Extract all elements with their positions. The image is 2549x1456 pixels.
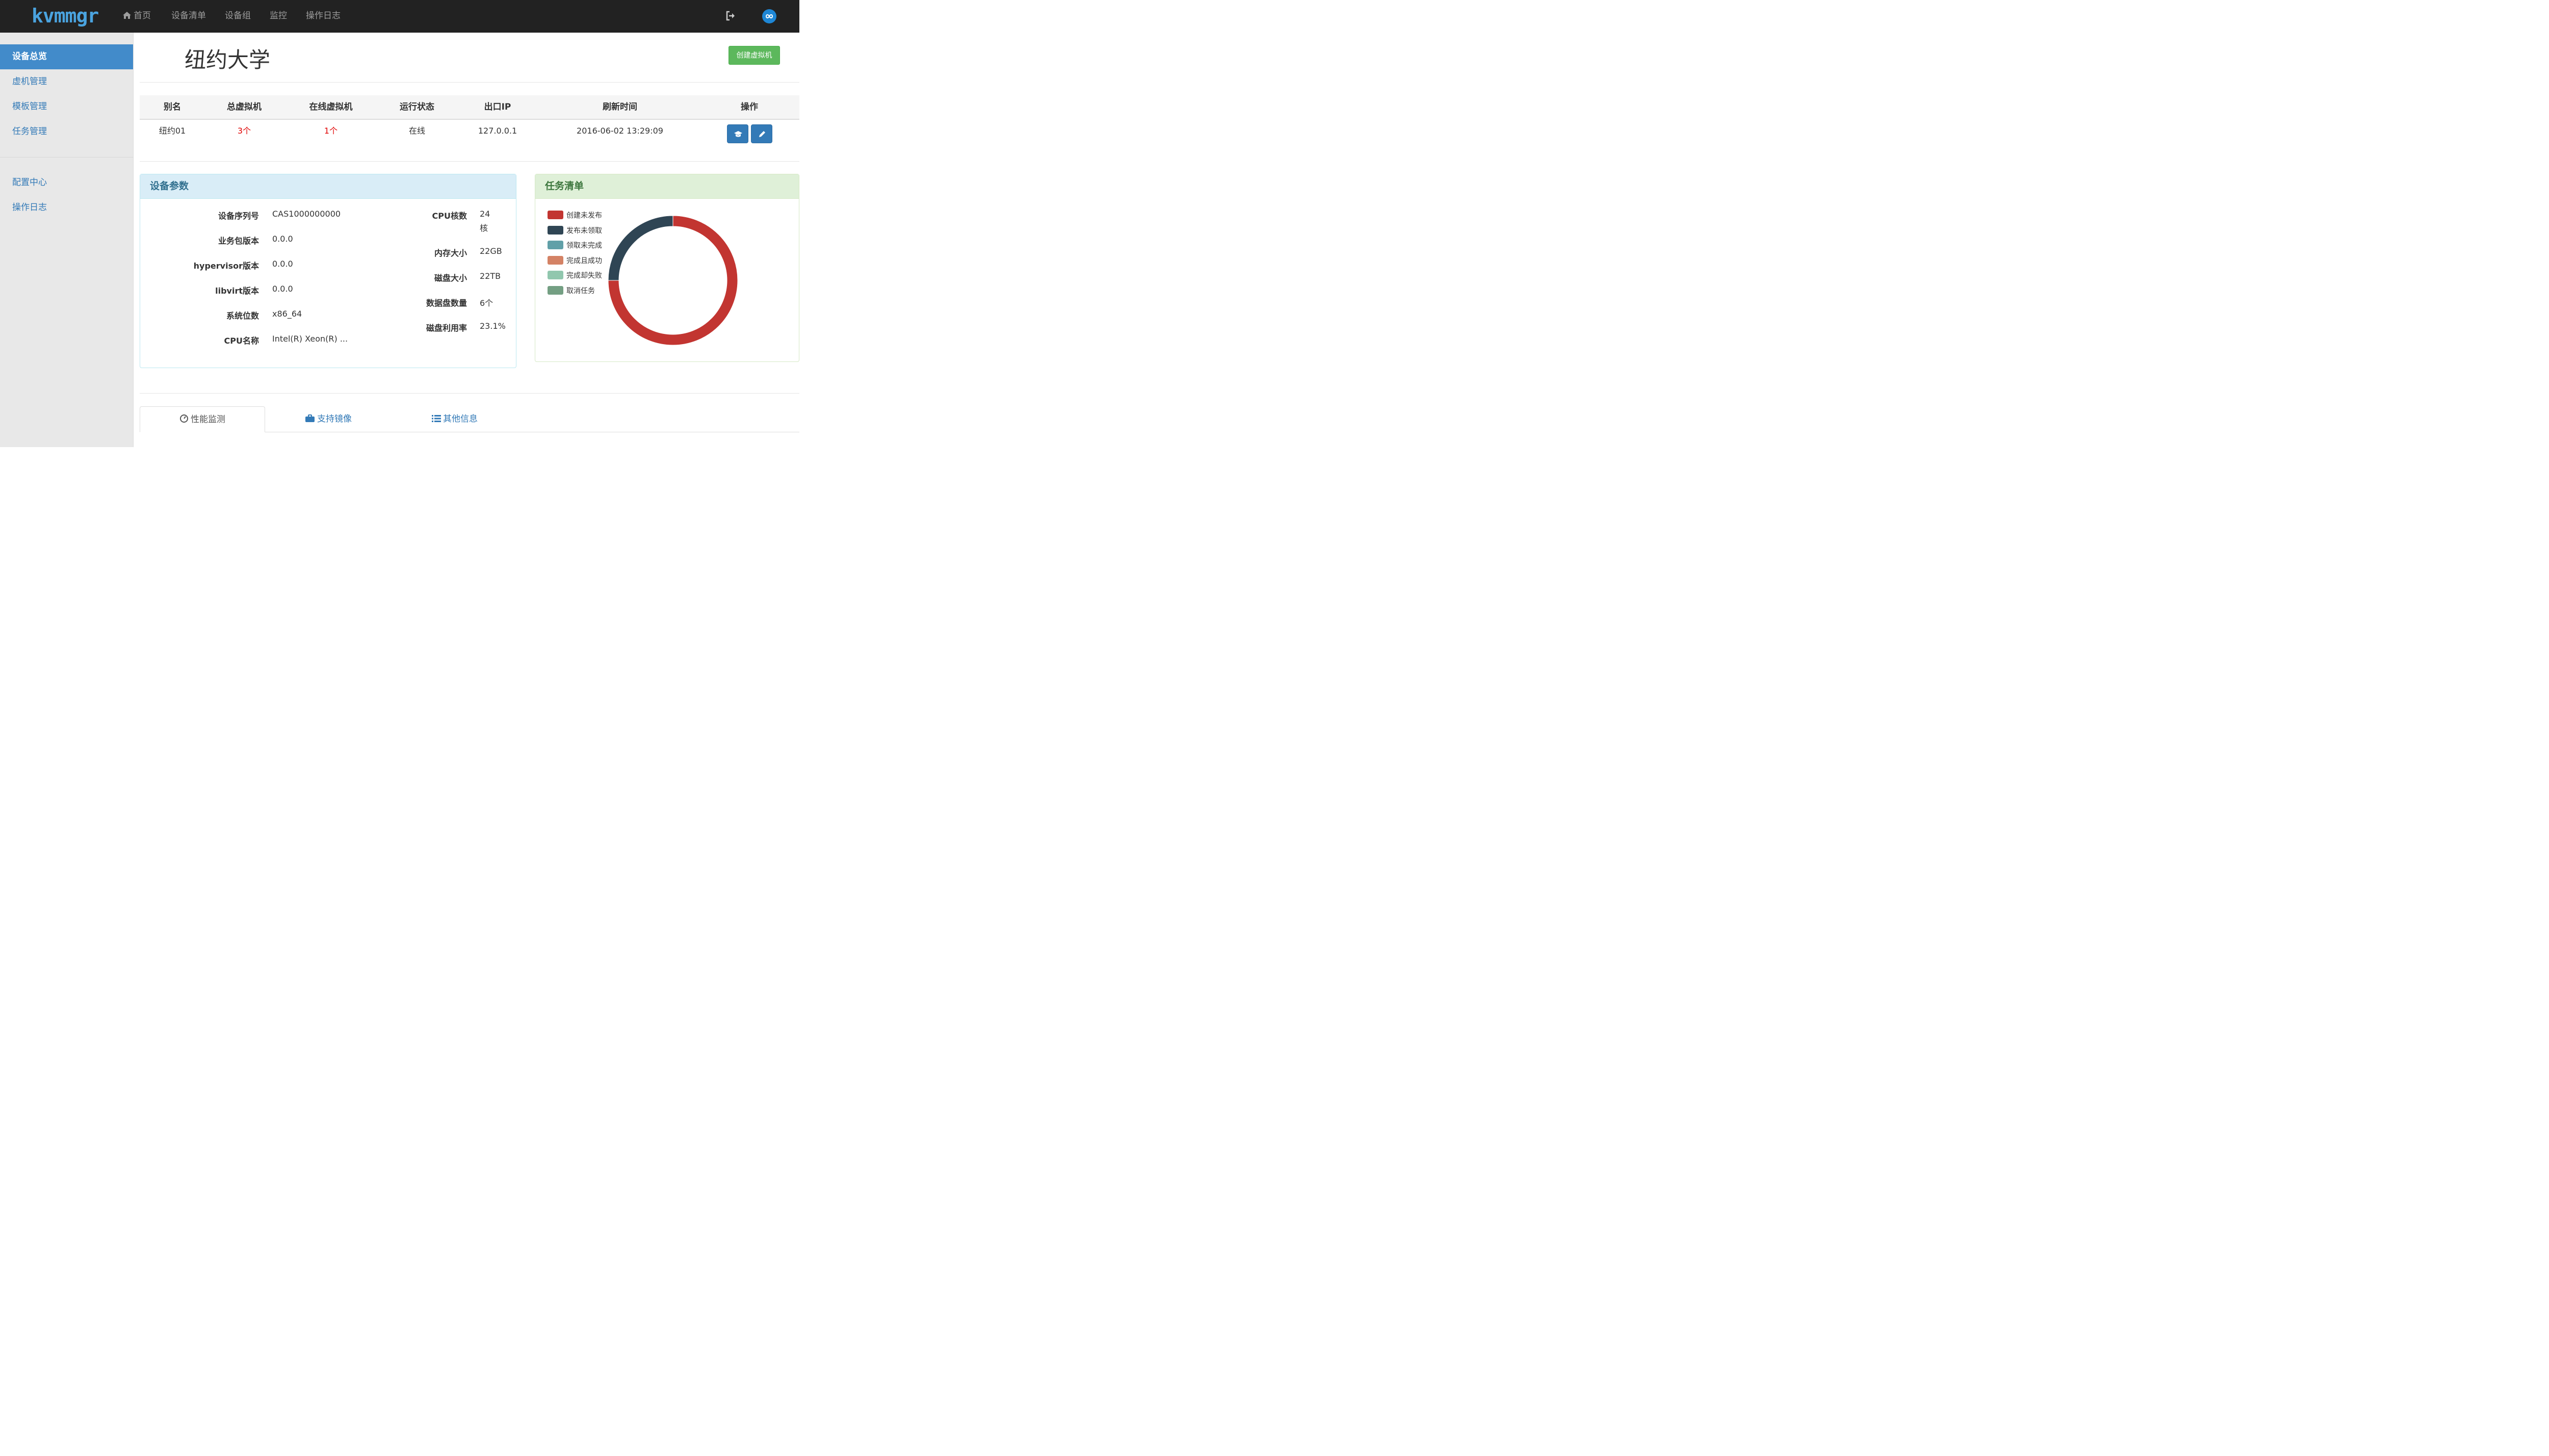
- sidebar-item-template-management[interactable]: 模板管理: [0, 94, 133, 119]
- legend-item[interactable]: 完成且成功: [548, 255, 602, 266]
- nav-operation-log[interactable]: 操作日志: [306, 0, 341, 33]
- col-total-vm: 总虚拟机: [227, 102, 262, 112]
- graduation-cap-icon: [734, 131, 742, 137]
- tab-images[interactable]: 支持镜像: [305, 406, 352, 432]
- cell-refresh-time: 2016-06-02 13:29:09: [577, 126, 663, 136]
- legend-label: 创建未发布: [566, 212, 602, 220]
- param-label: hypervisor版本: [193, 261, 259, 271]
- legend-item[interactable]: 创建未发布: [548, 211, 602, 221]
- device-params-panel: 设备参数 设备序列号 CAS1000000000 业务包版本 0.0.0 hyp…: [140, 174, 516, 368]
- donut-slice-发布未领取[interactable]: [608, 215, 673, 281]
- divider: [140, 82, 799, 83]
- param-value: x86_64: [272, 309, 302, 319]
- tab-performance-label: 性能监测: [191, 414, 225, 425]
- cell-ip: 127.0.0.1: [478, 126, 517, 136]
- legend-item[interactable]: 完成却失败: [548, 271, 602, 281]
- legend-label: 发布未领取: [566, 226, 602, 235]
- param-label: CPU名称: [224, 336, 259, 346]
- page-title: 纽约大学: [185, 47, 271, 72]
- list-icon: [432, 415, 441, 422]
- logout-icon[interactable]: [725, 10, 736, 21]
- nav-device-list[interactable]: 设备清单: [171, 0, 206, 33]
- legend-swatch: [548, 255, 563, 265]
- dashboard-icon: [180, 414, 188, 423]
- tab-other-info[interactable]: 其他信息: [432, 406, 478, 432]
- avatar[interactable]: [762, 9, 776, 23]
- device-table-header: 别名 总虚拟机 在线虚拟机 运行状态 出口IP 刷新时间 操作: [140, 95, 799, 120]
- sidebar-divider: [0, 157, 133, 158]
- create-vm-button[interactable]: 创建虚拟机: [729, 46, 780, 65]
- cell-total-vm: 3个: [237, 126, 251, 136]
- param-value: CAS1000000000: [272, 209, 341, 219]
- task-list-panel: 任务清单 创建未发布发布未领取领取未完成完成且成功完成却失败取消任务: [535, 174, 799, 362]
- nav-home-label: 首页: [134, 11, 151, 21]
- col-refresh-time: 刷新时间: [603, 102, 637, 112]
- detail-button[interactable]: [727, 124, 748, 143]
- col-status: 运行状态: [400, 102, 434, 112]
- param-label: 业务包版本: [218, 236, 259, 246]
- task-list-title: 任务清单: [535, 174, 799, 199]
- col-online-vm: 在线虚拟机: [309, 102, 353, 112]
- param-value: 0.0.0: [272, 259, 293, 269]
- legend-label: 完成且成功: [566, 256, 602, 265]
- col-ip: 出口IP: [484, 102, 511, 112]
- param-value: 22TB: [480, 271, 501, 281]
- param-value: 24: [480, 209, 490, 219]
- home-icon: [123, 12, 131, 19]
- cell-status: 在线: [408, 126, 426, 136]
- legend-label: 完成却失败: [566, 272, 602, 280]
- param-value: 0.0.0: [272, 284, 293, 294]
- divider: [140, 161, 799, 162]
- legend-item[interactable]: 取消任务: [548, 285, 595, 296]
- param-label: 磁盘大小: [434, 273, 467, 283]
- nav-monitor[interactable]: 监控: [270, 0, 287, 33]
- param-label: 数据盘数量: [426, 298, 467, 308]
- sidebar-item-task-management[interactable]: 任务管理: [0, 119, 133, 144]
- legend-swatch: [548, 285, 563, 295]
- tab-performance[interactable]: 性能监测: [140, 406, 265, 432]
- briefcase-icon: [305, 414, 315, 422]
- legend-swatch: [548, 241, 563, 249]
- legend-item[interactable]: 领取未完成: [548, 241, 602, 251]
- tab-other-info-label: 其他信息: [443, 414, 478, 424]
- cell-alias: 纽约01: [159, 126, 186, 136]
- sidebar-item-operation-log[interactable]: 操作日志: [0, 195, 133, 220]
- divider: [140, 393, 799, 394]
- param-label: 磁盘利用率: [426, 323, 467, 333]
- col-alias: 别名: [164, 102, 181, 112]
- app-logo[interactable]: kvmmgr: [32, 2, 99, 30]
- param-label: 设备序列号: [218, 211, 259, 221]
- top-navbar: kvmmgr 首页 设备清单 设备组 监控 操作日志: [0, 0, 799, 33]
- param-label: CPU核数: [432, 211, 467, 221]
- tab-images-label: 支持镜像: [317, 414, 352, 424]
- param-label: libvirt版本: [215, 286, 259, 296]
- sidebar-item-vm-management[interactable]: 虚机管理: [0, 69, 133, 94]
- cell-online-vm: 1个: [324, 126, 338, 136]
- col-actions: 操作: [741, 102, 758, 112]
- device-params-title: 设备参数: [140, 174, 516, 199]
- legend-label: 取消任务: [566, 287, 595, 295]
- param-value-unit: 核: [480, 223, 488, 233]
- legend-item[interactable]: 发布未领取: [548, 225, 602, 236]
- legend-label: 领取未完成: [566, 242, 602, 250]
- param-label: 内存大小: [434, 248, 467, 258]
- legend-swatch: [548, 271, 563, 279]
- sidebar-item-device-overview[interactable]: 设备总览: [0, 44, 133, 69]
- sidebar: 设备总览 虚机管理 模板管理 任务管理 配置中心 操作日志: [0, 33, 134, 447]
- nav-device-groups[interactable]: 设备组: [225, 0, 251, 33]
- param-label: 系统位数: [226, 311, 259, 321]
- sidebar-item-config-center[interactable]: 配置中心: [0, 170, 133, 195]
- param-value: Intel(R) Xeon(R) ...: [272, 334, 348, 344]
- param-value: 6个: [480, 298, 493, 308]
- legend-swatch: [548, 211, 563, 219]
- param-value: 0.0.0: [272, 234, 293, 244]
- param-value: 23.1%: [480, 321, 506, 331]
- infinity-icon: [765, 14, 773, 18]
- legend-swatch: [548, 225, 563, 235]
- pencil-icon: [759, 131, 765, 137]
- nav-home[interactable]: 首页: [122, 0, 151, 33]
- task-donut-chart: [608, 215, 738, 346]
- edit-button[interactable]: [751, 124, 772, 143]
- param-value: 22GB: [480, 246, 502, 256]
